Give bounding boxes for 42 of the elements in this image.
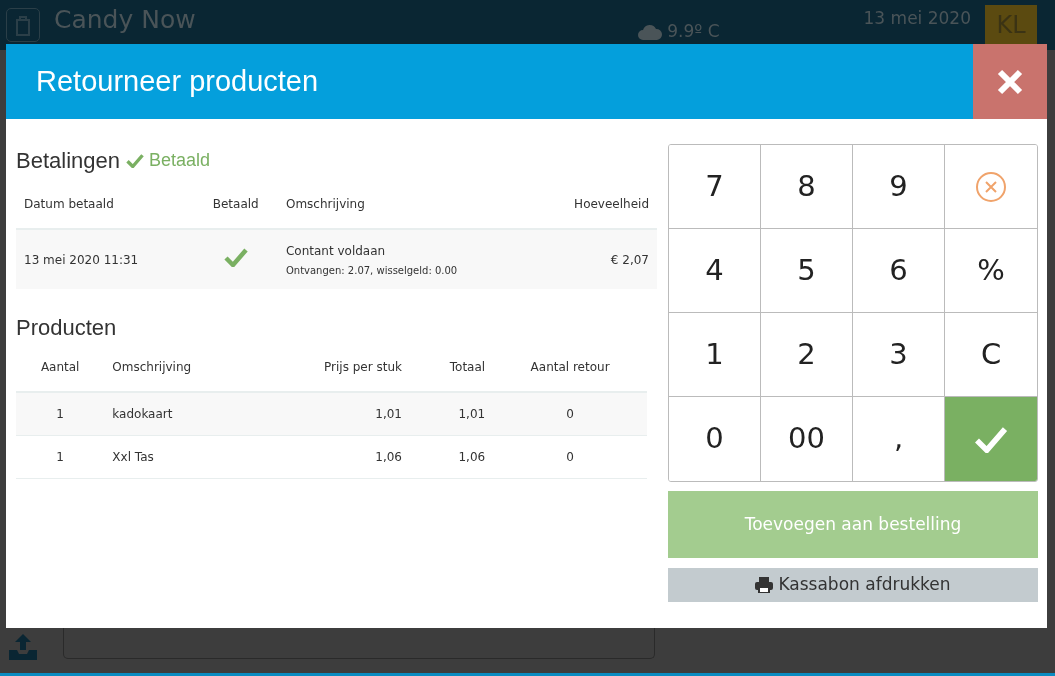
upload-icon[interactable]: [9, 634, 37, 660]
table-cell: 1,06: [410, 435, 494, 478]
table-cell: 13 mei 2020 11:31: [16, 229, 194, 289]
keypad-key[interactable]: 8: [761, 145, 853, 229]
bag-icon: [6, 8, 40, 42]
table-cell: 0: [493, 435, 647, 478]
table-cell: 1,01: [257, 392, 410, 435]
keypad-key[interactable]: 1: [669, 313, 761, 397]
close-button[interactable]: [973, 44, 1047, 119]
app-title: Candy Now: [54, 4, 196, 37]
print-receipt-button[interactable]: Kassabon afdrukken: [668, 568, 1038, 602]
keypad-key[interactable]: 5: [761, 229, 853, 313]
date-text: 13 mei 2020: [863, 7, 971, 31]
keypad-key[interactable]: 2: [761, 313, 853, 397]
dialog-title: Retourneer producten: [35, 63, 320, 99]
keypad-key[interactable]: 0: [669, 397, 761, 481]
keypad-key[interactable]: 4: [669, 229, 761, 313]
section-heading: Producten: [16, 314, 117, 342]
temperature-text: 9.9º C: [667, 20, 720, 44]
table-cell: 0: [493, 392, 647, 435]
clear-key[interactable]: [945, 145, 1037, 229]
cloud-icon: [637, 24, 664, 40]
confirm-key[interactable]: [945, 397, 1037, 481]
close-icon: [997, 68, 1023, 95]
table-cell: Xxl Tas: [104, 435, 258, 478]
table-cell: kadokaart: [104, 392, 258, 435]
status-label: Betaald: [149, 149, 211, 172]
keypad-key[interactable]: 9: [853, 145, 945, 229]
table-cell-text: Contant voldaan: [285, 242, 387, 260]
table-cell: € 2,07: [533, 229, 657, 289]
table-cell: 1: [16, 392, 105, 435]
keypad-key[interactable]: 7: [669, 145, 761, 229]
table-cell: 1,06: [257, 435, 410, 478]
printer-icon: [755, 577, 774, 593]
cancel-circle-icon: [975, 170, 1007, 203]
check-icon: [974, 425, 1008, 453]
section-heading: Betalingen: [16, 147, 120, 175]
keypad-key[interactable]: 6: [853, 229, 945, 313]
table-cell: 1,01: [410, 392, 494, 435]
keypad-key[interactable]: 3: [853, 313, 945, 397]
table-cell: 1: [16, 435, 105, 478]
table-cell-text: Ontvangen: 2.07, wisselgeld: 0.00: [285, 263, 459, 278]
